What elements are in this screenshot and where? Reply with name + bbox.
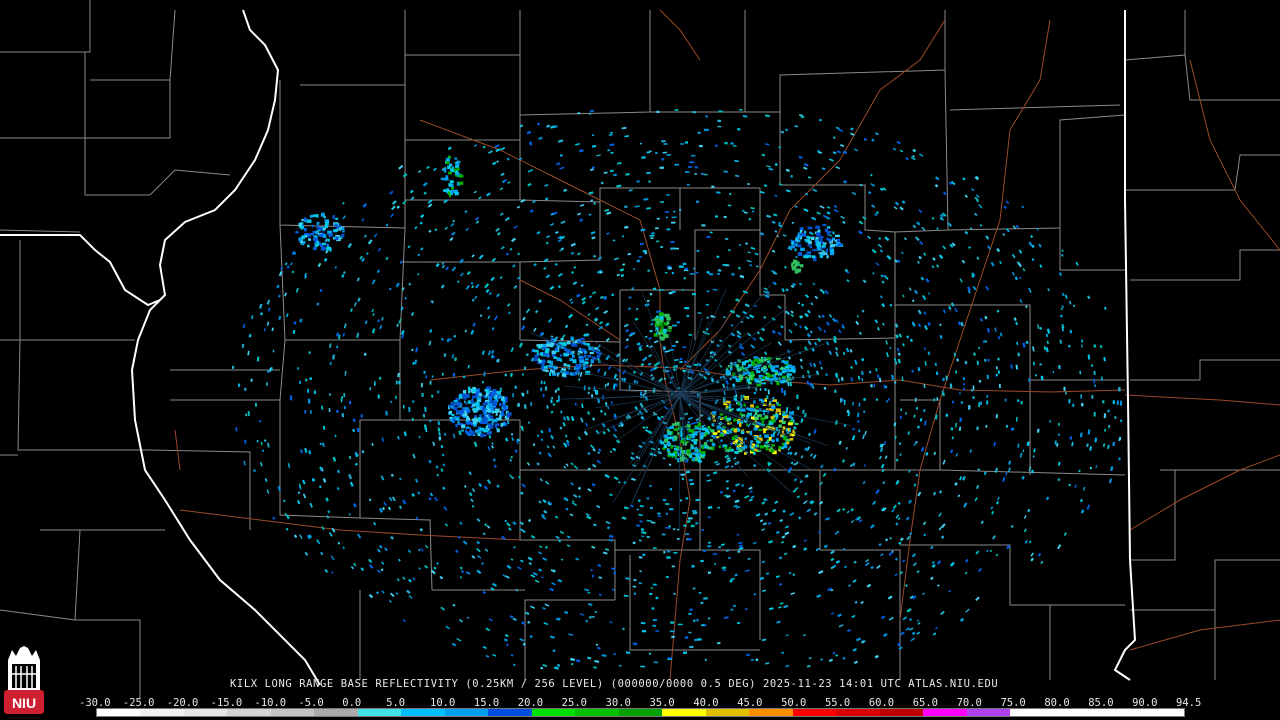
- niu-logo-text: NIU: [12, 695, 36, 711]
- colorbar-tick-label: 55.0: [824, 697, 851, 709]
- colorbar-segment: [662, 709, 706, 716]
- colorbar-tick-label: 50.0: [781, 697, 807, 709]
- radar-display: KILX LONG RANGE BASE REFLECTIVITY (0.25K…: [0, 0, 1280, 720]
- colorbar-segment: [314, 709, 358, 716]
- colorbar-tick-label: 90.0: [1132, 697, 1158, 709]
- colorbar-segment: [1010, 709, 1054, 716]
- colorbar-segment: [923, 709, 967, 716]
- colorbar-segment: [966, 709, 1011, 716]
- colorbar-tick-label: 70.0: [956, 697, 982, 709]
- colorbar-tick-label: 65.0: [912, 697, 939, 709]
- colorbar-tick-label: 45.0: [737, 697, 763, 709]
- colorbar-segment: [140, 709, 184, 716]
- colorbar-labels: -30.0 -25.0 -20.0 -15.0 -10.0 -5.0 0.0 5.0 10.0 1…: [0, 697, 1280, 709]
- colorbar-tick-label: 5.0: [386, 697, 406, 709]
- colorbar-tick-label: 85.0: [1088, 697, 1114, 709]
- colorbar-segment: [749, 709, 793, 716]
- reflectivity-colorbar: [96, 708, 1185, 717]
- colorbar-segment: [444, 709, 489, 716]
- colorbar-tick-label: 15.0: [473, 697, 500, 709]
- colorbar-segment: [792, 709, 837, 716]
- colorbar-tick-label: 25.0: [561, 697, 587, 709]
- colorbar-tick-label: -30.0: [79, 697, 111, 709]
- colorbar-segment: [575, 709, 619, 716]
- colorbar-segment: [836, 709, 880, 716]
- colorbar-tick-label: 30.0: [605, 697, 631, 709]
- colorbar-tick-label: -20.0: [166, 697, 199, 709]
- colorbar-segment: [401, 709, 445, 716]
- colorbar-segment: [531, 709, 576, 716]
- colorbar-segment: [705, 709, 750, 716]
- colorbar-tick-label: 60.0: [868, 697, 895, 709]
- colorbar-segment: [1140, 709, 1185, 716]
- colorbar-tick-label: 35.0: [649, 697, 675, 709]
- colorbar-segment: [1097, 709, 1141, 716]
- colorbar-segment: [97, 709, 141, 716]
- colorbar-tick-label: 0.0: [342, 697, 362, 709]
- colorbar-tick-label: 40.0: [693, 697, 719, 709]
- colorbar-segment: [488, 709, 532, 716]
- radar-clear-spokes: [529, 284, 851, 530]
- colorbar-segment: [618, 709, 663, 716]
- colorbar-segment: [357, 709, 402, 716]
- colorbar-tick-label: 75.0: [1000, 697, 1026, 709]
- niu-tower-icon: NIU: [4, 646, 44, 714]
- colorbar-segment: [1053, 709, 1098, 716]
- colorbar-tick-label: -15.0: [210, 697, 243, 709]
- colorbar-tick-label: -10.0: [254, 697, 287, 709]
- radar-map: [0, 0, 1280, 700]
- colorbar-tick-label: -5.0: [298, 697, 324, 709]
- colorbar-tick-label: 94.5: [1176, 697, 1202, 709]
- colorbar-tick-label: 80.0: [1044, 697, 1070, 709]
- colorbar-segment: [227, 709, 271, 716]
- colorbar-tick-label: 10.0: [430, 697, 456, 709]
- colorbar-segment: [879, 709, 924, 716]
- colorbar-tick-label: -25.0: [122, 697, 155, 709]
- product-title: KILX LONG RANGE BASE REFLECTIVITY (0.25K…: [230, 678, 999, 690]
- highway-lines: [174, 9, 1280, 681]
- colorbar-segment: [183, 709, 228, 716]
- colorbar-segment: [270, 709, 315, 716]
- colorbar-tick-label: 20.0: [517, 697, 544, 709]
